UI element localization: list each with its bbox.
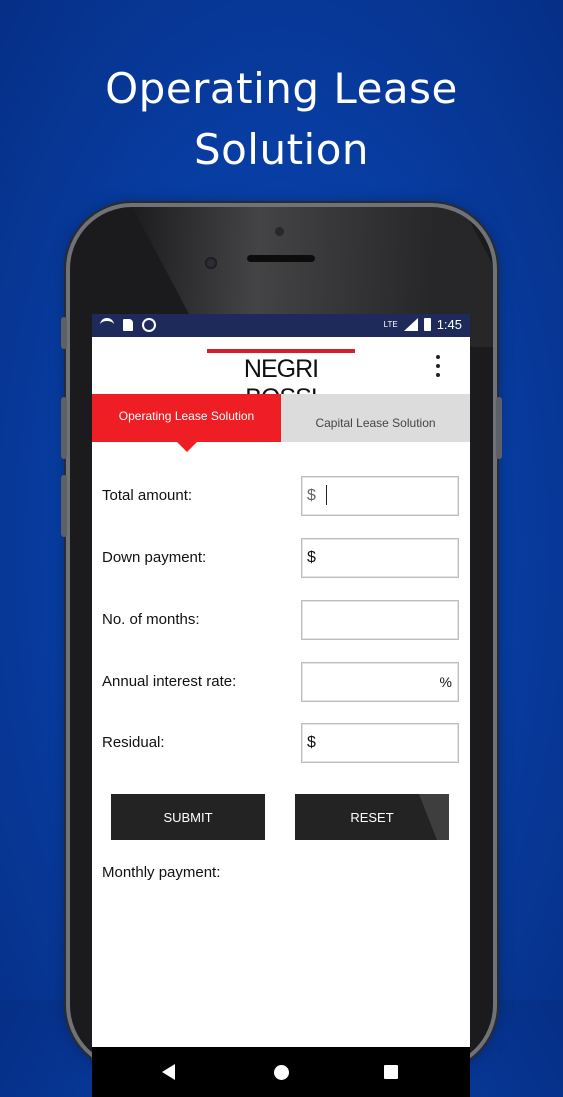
status-time: 1:45 bbox=[436, 317, 462, 332]
row-total-amount: Total amount: $ bbox=[102, 476, 460, 516]
months-label: No. of months: bbox=[102, 611, 200, 628]
sync-icon bbox=[142, 318, 156, 332]
phone-power-button bbox=[496, 397, 502, 459]
currency-prefix: $ bbox=[307, 734, 316, 751]
row-down-payment: Down payment: $ bbox=[102, 538, 460, 578]
network-type: LTE bbox=[383, 320, 398, 329]
interest-rate-label: Annual interest rate: bbox=[102, 673, 237, 690]
promo-headline: Operating Lease Solution bbox=[0, 58, 563, 180]
residual-label: Residual: bbox=[102, 734, 165, 751]
phone-frame: LTE 1:45 NEGRI BOSSI Operating Lease Sol… bbox=[61, 207, 502, 1097]
row-residual: Residual: $ bbox=[102, 723, 460, 763]
promo-line-1: Operating Lease bbox=[105, 64, 458, 113]
tab-operating-lease[interactable]: Operating Lease Solution bbox=[92, 394, 281, 452]
status-bar: LTE 1:45 bbox=[92, 314, 470, 337]
phone-volume-up bbox=[61, 397, 67, 459]
promo-line-2: Solution bbox=[193, 125, 370, 174]
currency-prefix: $ bbox=[307, 487, 316, 504]
tab-capital-lease[interactable]: Capital Lease Solution bbox=[281, 394, 470, 442]
earpiece-speaker bbox=[247, 255, 315, 262]
phone-volume-down bbox=[61, 475, 67, 537]
total-amount-input[interactable]: $ bbox=[301, 476, 459, 516]
monthly-payment-label: Monthly payment: bbox=[102, 864, 221, 881]
interest-rate-input[interactable]: % bbox=[301, 662, 459, 702]
home-icon[interactable] bbox=[274, 1065, 289, 1080]
residual-input[interactable]: $ bbox=[301, 723, 459, 763]
overflow-menu-icon[interactable] bbox=[436, 355, 442, 377]
down-payment-label: Down payment: bbox=[102, 549, 207, 566]
text-cursor bbox=[326, 485, 327, 505]
currency-prefix: $ bbox=[307, 549, 316, 566]
row-interest-rate: Annual interest rate: % bbox=[102, 662, 460, 702]
sd-card-icon bbox=[123, 319, 133, 331]
proximity-sensor bbox=[275, 227, 284, 236]
tab-bar: Operating Lease Solution Capital Lease S… bbox=[92, 394, 470, 452]
percent-suffix: % bbox=[439, 674, 452, 690]
system-nav-bar bbox=[92, 1047, 470, 1097]
submit-button[interactable]: SUBMIT bbox=[111, 794, 265, 840]
action-buttons: SUBMIT RESET bbox=[102, 794, 460, 840]
recent-apps-icon[interactable] bbox=[384, 1065, 398, 1079]
reset-button[interactable]: RESET bbox=[295, 794, 449, 840]
logo-accent-bar bbox=[207, 349, 355, 353]
phone-side-button bbox=[61, 317, 67, 349]
wifi-icon bbox=[100, 318, 114, 332]
total-amount-label: Total amount: bbox=[102, 487, 193, 504]
row-months: No. of months: bbox=[102, 600, 460, 640]
back-icon[interactable] bbox=[162, 1064, 175, 1080]
months-input[interactable] bbox=[301, 600, 459, 640]
battery-icon bbox=[423, 318, 431, 331]
app-bar: NEGRI BOSSI bbox=[92, 337, 470, 412]
down-payment-input[interactable]: $ bbox=[301, 538, 459, 578]
front-camera bbox=[205, 257, 217, 269]
app-screen: LTE 1:45 NEGRI BOSSI Operating Lease Sol… bbox=[92, 314, 470, 1047]
signal-icon bbox=[403, 318, 418, 331]
